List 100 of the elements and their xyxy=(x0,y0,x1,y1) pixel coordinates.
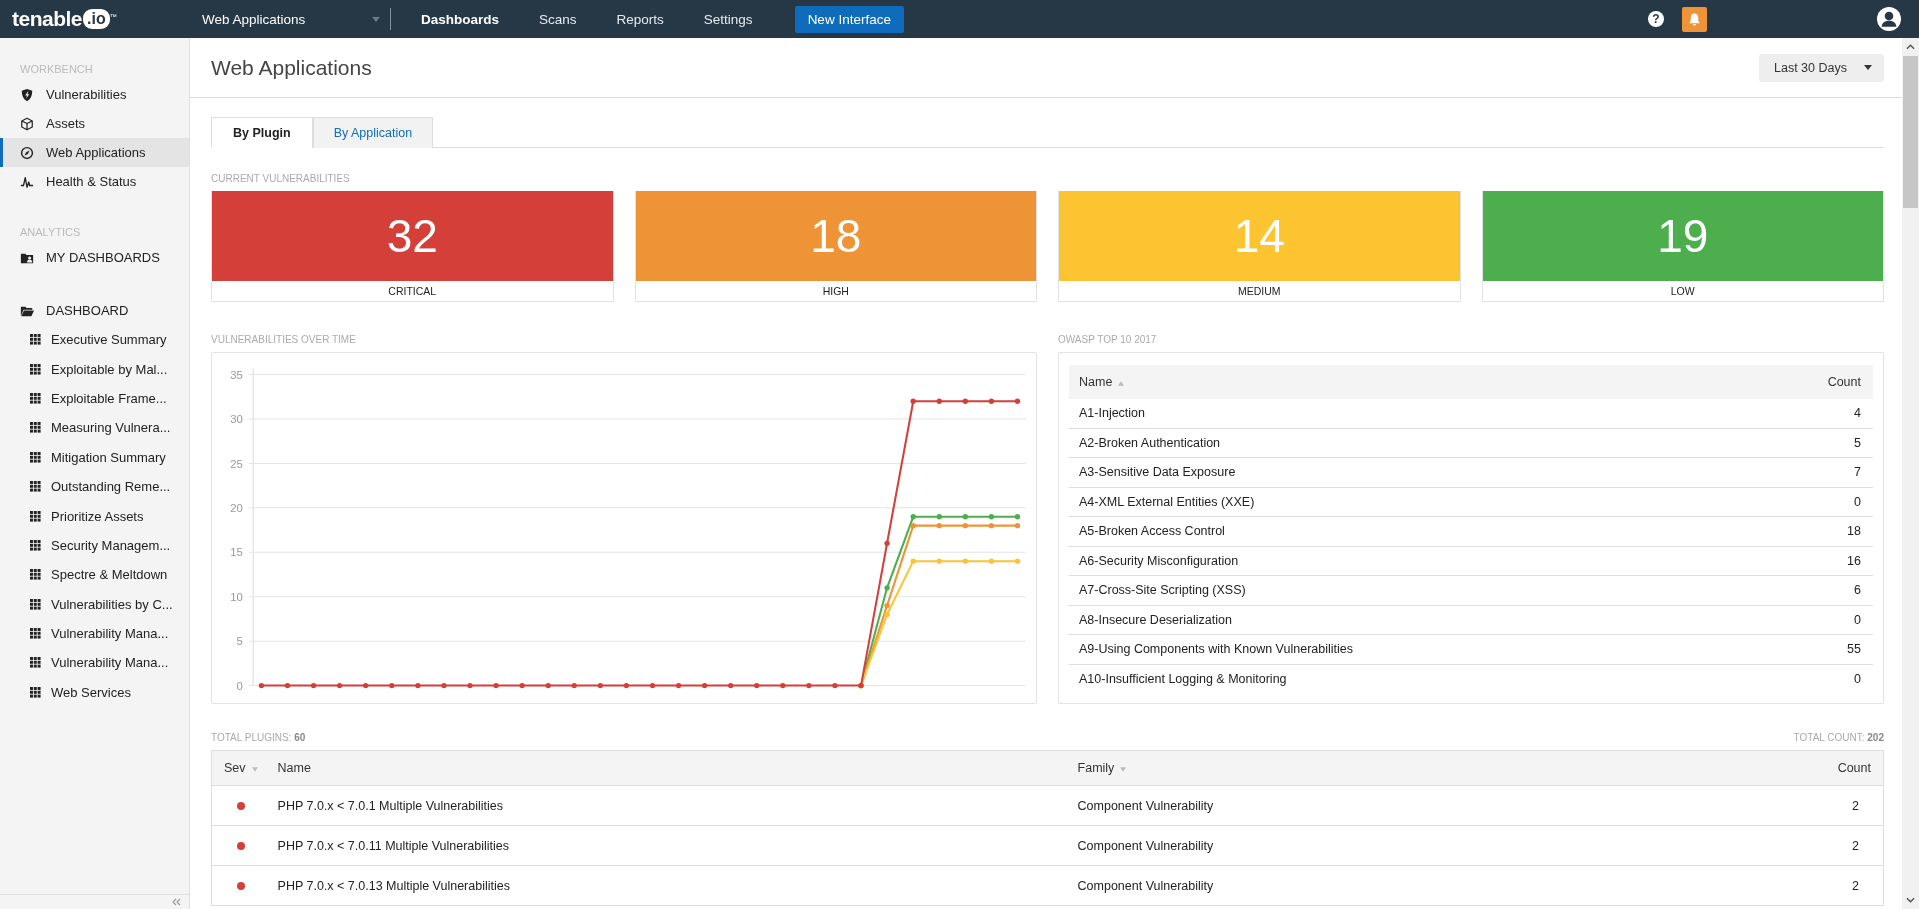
section-heading: CURRENT VULNERABILITIES xyxy=(211,173,351,184)
double-chevron-icon[interactable] xyxy=(171,898,181,906)
tile-label: LOW xyxy=(1669,284,1696,299)
sidebar-subitem[interactable]: Security Managem... xyxy=(0,530,189,561)
sidebar-subitem[interactable]: Prioritize Assets xyxy=(0,501,189,531)
tile-count: 18 xyxy=(635,191,1036,281)
sort-icon[interactable] xyxy=(1118,381,1125,386)
table-cell: A4-XML External Entities (XXE) xyxy=(1069,487,1791,517)
table-cell: Component Vulnerability xyxy=(1067,785,1669,826)
y-tick-label: 0 xyxy=(236,679,243,692)
column-header[interactable]: Name xyxy=(1069,365,1791,399)
sidebar-subitem[interactable]: Vulnerability Mana... xyxy=(0,618,189,649)
table-cell: A8-Insecure Deserialization xyxy=(1069,605,1791,635)
tile-label: CRITICAL xyxy=(387,284,438,299)
shield-icon xyxy=(20,87,34,102)
user-avatar-icon[interactable] xyxy=(1877,7,1901,31)
table-cell: 0 xyxy=(1791,605,1873,635)
cube-icon xyxy=(20,116,34,131)
y-tick-label: 5 xyxy=(236,635,243,648)
severity-tile[interactable]: 14 MEDIUM xyxy=(1058,191,1461,302)
total-count: TOTAL COUNT: 202 xyxy=(1793,732,1884,743)
bell-icon xyxy=(1687,11,1702,27)
table-cell: A2-Broken Authentication xyxy=(1069,428,1791,458)
grid-icon xyxy=(30,598,41,610)
table-cell: 0 xyxy=(1791,664,1873,693)
context-dropdown[interactable]: Web Applications xyxy=(190,11,390,27)
grid-icon xyxy=(30,539,41,551)
nav-link[interactable]: Scans xyxy=(519,11,597,27)
logo[interactable]: tenable xyxy=(12,7,83,31)
table-cell: 6 xyxy=(1791,575,1873,605)
grid-icon xyxy=(30,481,41,493)
column-header[interactable]: Name xyxy=(267,750,1068,786)
section-heading: WORKBENCH xyxy=(19,63,94,77)
table-cell: 7 xyxy=(1791,457,1873,487)
notifications-button[interactable] xyxy=(1682,6,1707,32)
sidebar-subitem[interactable]: Mitigation Summary xyxy=(0,442,189,472)
logo-badge[interactable]: .io xyxy=(83,9,110,29)
grid-icon xyxy=(30,569,41,581)
grid-icon xyxy=(30,334,41,346)
folder-item[interactable]: DASHBOARD xyxy=(0,296,189,325)
table-cell: A5-Broken Access Control xyxy=(1069,516,1791,546)
column-header[interactable]: Count xyxy=(1791,365,1873,399)
column-header[interactable]: Family xyxy=(1067,750,1669,786)
tab[interactable]: By Application xyxy=(312,117,434,148)
sidebar-subitem[interactable]: Exploitable Frame... xyxy=(0,383,189,414)
y-tick-label: 30 xyxy=(230,413,243,426)
severity-tile[interactable]: 19 LOW xyxy=(1481,191,1884,302)
sidebar-item[interactable]: Assets xyxy=(0,109,189,138)
nav-link[interactable]: Dashboards xyxy=(401,11,520,27)
scrollbar-thumb[interactable] xyxy=(1903,56,1918,208)
column-header[interactable]: Count xyxy=(1668,750,1884,786)
table-cell: PHP 7.0.x < 7.0.13 Multiple Vulnerabilities xyxy=(267,865,1068,906)
sidebar-item[interactable]: Health & Status xyxy=(0,167,189,196)
y-tick-label: 10 xyxy=(230,590,243,603)
table-cell: A9-Using Components with Known Vulnerabilities xyxy=(1069,634,1791,664)
nav-link[interactable]: Settings xyxy=(683,11,773,27)
sidebar-subitem[interactable]: Vulnerabilities by C... xyxy=(0,589,189,619)
scrollbar[interactable] xyxy=(1902,38,1919,909)
grid-icon xyxy=(30,363,41,375)
grid-icon xyxy=(30,422,41,434)
severity-tile[interactable]: 18 HIGH xyxy=(634,191,1037,302)
new-interface-button[interactable]: New Interface xyxy=(794,5,904,33)
date-range-dropdown[interactable]: Last 30 Days xyxy=(1759,53,1884,82)
grid-icon xyxy=(30,451,41,463)
table-cell: Component Vulnerability xyxy=(1067,825,1669,866)
sidebar-subitem[interactable]: Measuring Vulnera... xyxy=(0,413,189,443)
sidebar-item[interactable]: Web Applications xyxy=(0,138,189,167)
table-cell: 2 xyxy=(1668,785,1884,826)
table-cell: 2 xyxy=(1668,825,1884,866)
section-heading: OWASP TOP 10 2017 xyxy=(1058,334,1158,345)
grid-icon xyxy=(30,686,41,698)
help-icon[interactable]: ? xyxy=(1648,11,1664,27)
sidebar-subitem[interactable]: Vulnerability Mana... xyxy=(0,648,189,678)
scroll-down-icon[interactable] xyxy=(1906,897,1915,903)
tab[interactable]: By Plugin xyxy=(211,117,313,148)
table-cell: A7-Cross-Site Scripting (XSS) xyxy=(1069,575,1791,605)
severity-tile[interactable]: 32 CRITICAL xyxy=(211,191,614,302)
sidebar-subitem[interactable]: Exploitable by Mal... xyxy=(0,354,189,384)
column-header[interactable]: Sev xyxy=(211,750,268,786)
sidebar-item[interactable]: MY DASHBOARDS xyxy=(0,243,189,272)
sidebar-item[interactable]: Vulnerabilities xyxy=(0,80,189,109)
caret-icon xyxy=(1864,65,1872,70)
sort-icon[interactable] xyxy=(251,767,258,772)
grid-icon xyxy=(30,628,41,640)
tile-label: MEDIUM xyxy=(1236,284,1282,299)
scroll-up-icon[interactable] xyxy=(1906,44,1915,50)
table-cell: Component Vulnerability xyxy=(1067,865,1669,906)
table-cell: 0 xyxy=(1791,487,1873,517)
sidebar-subitem[interactable]: Executive Summary xyxy=(0,325,189,355)
sidebar-subitem[interactable]: Outstanding Reme... xyxy=(0,471,189,502)
sidebar-subitem[interactable]: Spectre & Meltdown xyxy=(0,560,189,590)
table-cell: A6-Security Misconfiguration xyxy=(1069,546,1791,576)
table-cell: 16 xyxy=(1791,546,1873,576)
section-heading: VULNERABILITIES OVER TIME xyxy=(211,334,357,345)
sort-icon[interactable] xyxy=(1120,767,1127,772)
sidebar-subitem[interactable]: Web Services xyxy=(0,677,189,708)
y-tick-label: 15 xyxy=(230,546,243,559)
table-cell: 2 xyxy=(1668,865,1884,906)
y-tick-label: 35 xyxy=(230,368,243,381)
nav-link[interactable]: Reports xyxy=(596,11,684,27)
